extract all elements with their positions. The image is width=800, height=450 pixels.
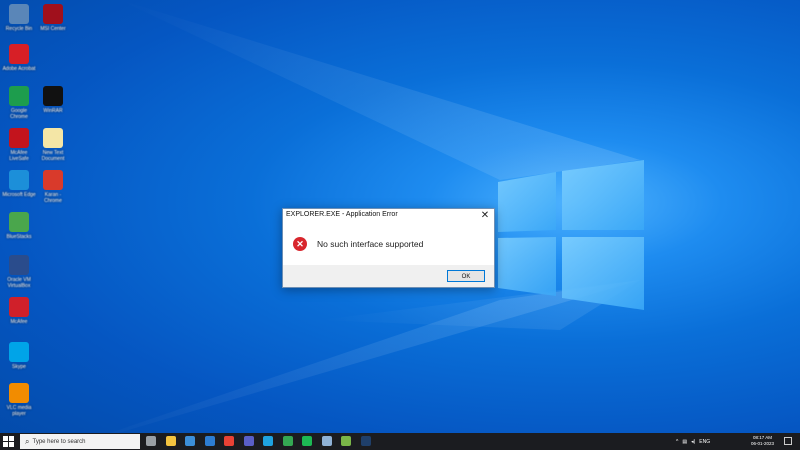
dialog-footer: OK	[283, 265, 494, 287]
desktop-icon[interactable]: McAfee LiveSafe	[2, 128, 36, 162]
desktop-icon[interactable]: Microsoft Edge	[2, 170, 36, 198]
taskbar-search-box[interactable]: ⌕ Type here to search	[20, 434, 140, 449]
desktop-icon[interactable]: VLC media player	[2, 383, 36, 417]
taskbar-teams-icon[interactable]	[243, 436, 254, 446]
chrome-profile-icon	[43, 170, 63, 190]
desktop-icon-label: WinRAR	[43, 108, 63, 114]
desktop-icon-label: Oracle VM VirtualBox	[7, 277, 31, 289]
desktop-icon-label: VLC media player	[6, 405, 32, 417]
winrar-icon	[43, 86, 63, 106]
edge-icon	[9, 170, 29, 190]
desktop-icon[interactable]: Google Chrome	[2, 86, 36, 120]
desktop-icon[interactable]: MSI Center	[36, 4, 70, 32]
desktop-icon-label: Karan - Chrome	[44, 192, 62, 204]
taskbar-task-view-icon[interactable]	[146, 436, 156, 446]
mcafee-red-icon	[9, 297, 29, 317]
desktop-icon-label: BlueStacks	[6, 234, 32, 240]
desktop-icon[interactable]: Recycle Bin	[2, 4, 36, 32]
tray-chevron-icon[interactable]: ^	[676, 439, 678, 445]
clock[interactable]: 08:17 AM 06-01-2023	[751, 435, 774, 447]
desktop-icon-label: Skype	[12, 364, 26, 370]
start-windows-icon[interactable]	[2, 435, 15, 448]
desktop-icon[interactable]: New Text Document	[36, 128, 70, 162]
chrome-icon	[9, 86, 29, 106]
clock-date: 06-01-2023	[750, 441, 774, 446]
taskbar-app-icon[interactable]	[321, 436, 332, 446]
taskbar-chrome-icon[interactable]	[224, 436, 234, 446]
bluestacks-icon	[9, 212, 29, 232]
dialog-title: EXPLORER.EXE - Application Error	[286, 211, 398, 218]
desktop-icon-label: MSI Center	[40, 26, 66, 32]
desktop-icon-label: McAfee LiveSafe	[9, 150, 29, 162]
desktop-icon-label: Google Chrome	[10, 108, 28, 120]
desktop-icon-label: Adobe Acrobat	[2, 66, 36, 72]
network-icon[interactable]: ▤	[682, 439, 687, 445]
virtualbox-icon	[9, 255, 29, 275]
notification-icon[interactable]	[784, 437, 792, 445]
taskbar: ⌕ Type here to search ^ ▤ ◂) ENG 08:17 A…	[0, 433, 800, 450]
desktop-icon[interactable]: Karan - Chrome	[36, 170, 70, 204]
desktop-icon-label: Microsoft Edge	[2, 192, 36, 198]
mcafee-icon	[9, 128, 29, 148]
desktop-icon[interactable]: McAfee	[2, 297, 36, 325]
acrobat-icon	[9, 44, 29, 64]
desktop-icon[interactable]: BlueStacks	[2, 212, 36, 240]
system-tray: ^ ▤ ◂) ENG	[676, 433, 710, 450]
taskbar-chrome-icon[interactable]	[282, 436, 293, 446]
taskbar-file-explorer-icon[interactable]	[165, 436, 176, 446]
msi-icon	[43, 4, 63, 24]
desktop-icon-label: McAfee	[10, 319, 28, 325]
error-icon: ✕	[293, 237, 307, 251]
skype-icon	[9, 342, 29, 362]
taskbar-photoshop-icon[interactable]	[360, 436, 371, 446]
taskbar-store-icon[interactable]	[185, 436, 195, 446]
volume-icon[interactable]: ◂)	[691, 439, 695, 445]
desktop-icon[interactable]: Oracle VM VirtualBox	[2, 255, 36, 289]
taskbar-notepad-icon[interactable]	[341, 436, 351, 446]
search-icon: ⌕	[25, 436, 30, 446]
windows-logo	[498, 160, 644, 310]
language-indicator[interactable]: ENG	[699, 439, 710, 445]
ok-button[interactable]: OK	[447, 270, 485, 282]
vlc-icon	[9, 383, 29, 403]
desktop-icon[interactable]: WinRAR	[36, 86, 70, 114]
taskbar-mail-icon[interactable]	[204, 436, 215, 446]
taskbar-edge-icon[interactable]	[263, 436, 273, 446]
recycle-bin-icon	[9, 4, 29, 24]
close-button[interactable]: ✕	[478, 209, 492, 222]
desktop-icon[interactable]: Adobe Acrobat	[2, 44, 36, 72]
search-placeholder: Type here to search	[32, 438, 86, 445]
taskbar-spotify-icon[interactable]	[302, 436, 312, 446]
desktop-icon-label: New Text Document	[41, 150, 65, 162]
desktop-icon[interactable]: Skype	[2, 342, 36, 370]
error-message: No such interface supported	[317, 239, 424, 249]
desktop-icon-label: Recycle Bin	[5, 26, 33, 32]
text-file-icon	[43, 128, 63, 148]
application-error-dialog: EXPLORER.EXE - Application Error ✕ ✕ No …	[282, 208, 495, 288]
